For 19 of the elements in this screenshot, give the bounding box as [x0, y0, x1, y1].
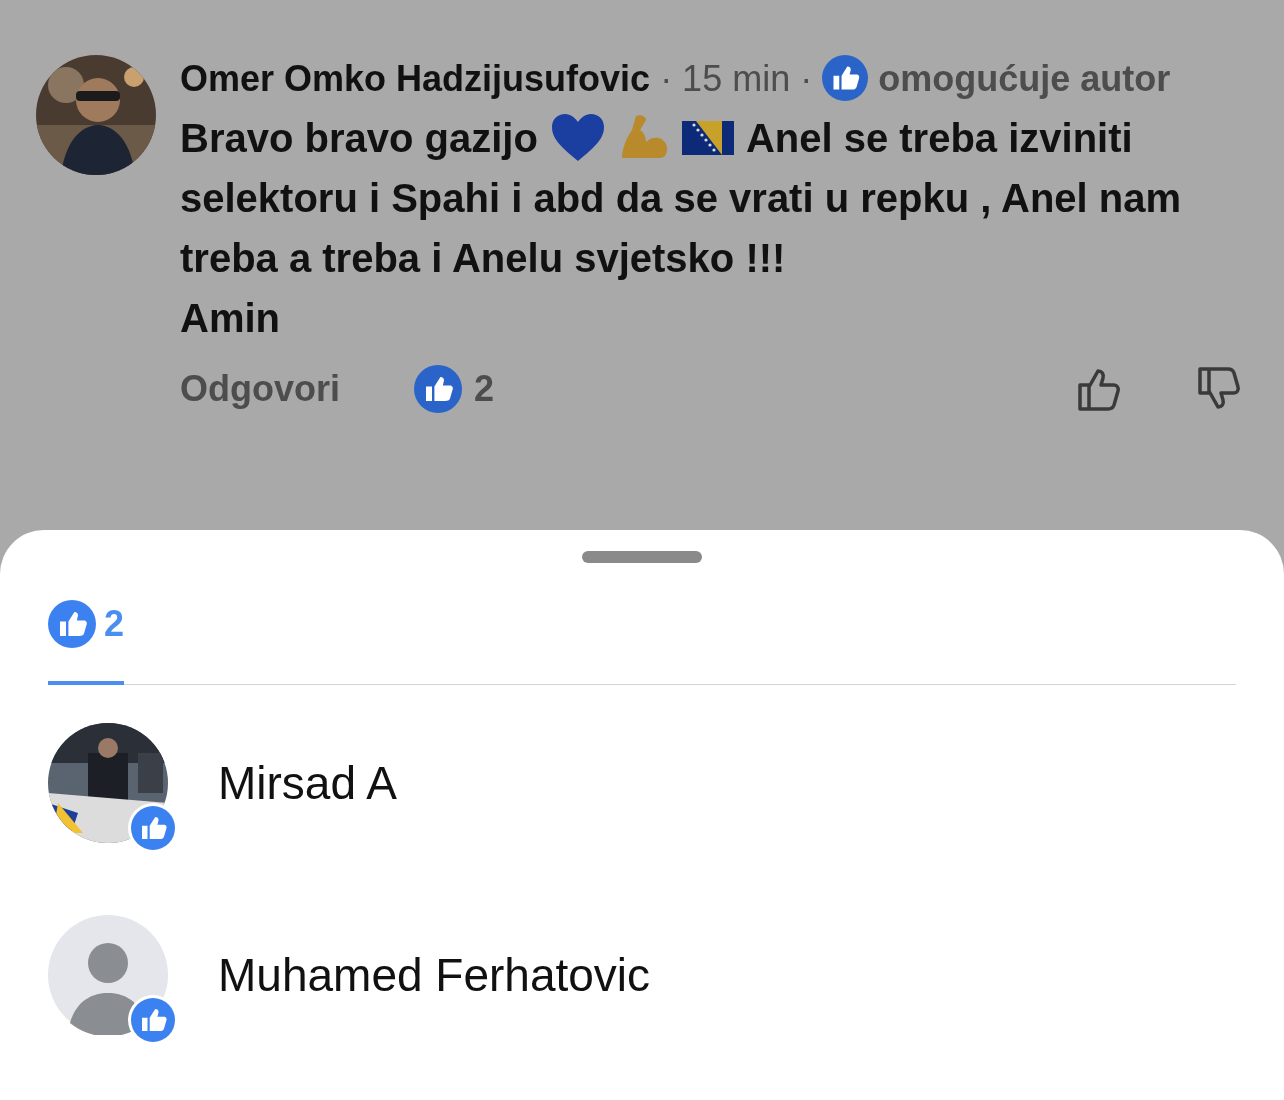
like-icon [131, 998, 175, 1042]
like-icon [414, 365, 462, 413]
comment-time: · 15 min · [660, 58, 813, 99]
person-name[interactable]: Mirsad A [218, 748, 397, 818]
like-icon [131, 806, 175, 850]
person-name[interactable]: Muhamed Ferhatovic [218, 940, 651, 1010]
flag-icon [681, 121, 734, 155]
comment-text: Anel se treba izviniti [745, 115, 1133, 162]
comment-text: Amin [180, 295, 280, 342]
like-icon [822, 55, 869, 101]
comment-author[interactable]: Omer Omko Hadzijusufovic [180, 58, 651, 99]
reply-link[interactable]: Odgovori [180, 362, 340, 416]
comment-text: selektoru i Spahi i abd da se vrati u repku , Anel nam treba a treba i Anelu svjetsko !!! [180, 175, 1183, 282]
heart-icon [549, 113, 606, 163]
comment-text: Bravo bravo gazijo [180, 115, 538, 162]
drag-handle[interactable] [582, 551, 702, 563]
like-count: 2 [474, 367, 495, 411]
author-label: omogućuje autor [878, 58, 1171, 99]
like-icon [48, 600, 96, 648]
